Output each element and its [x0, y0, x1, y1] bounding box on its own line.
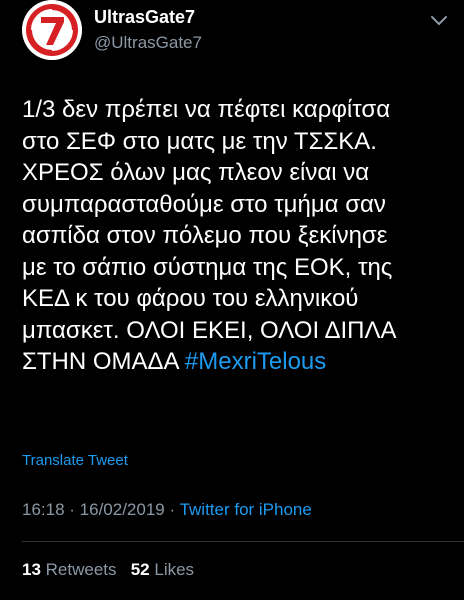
tweet-text-line: μπασκετ. ΟΛΟΙ ΕΚΕΙ, ΟΛΟΙ ΔΙΠΛΑ [22, 316, 397, 344]
likes-stat[interactable]: 52 Likes [131, 560, 194, 579]
tweet-text-fragment: ΣΤΗΝ ΟΜΑΔΑ [22, 348, 185, 375]
tweet-header: UltrasGate7 @UltrasGate7 [22, 0, 452, 66]
tweet-meta: 16:18 · 16/02/2019 · Twitter for iPhone [22, 500, 312, 520]
tweet-text-line: με το σάπιο σύστημα της ΕΟΚ, της [22, 253, 393, 281]
tweet-text-line: συμπαρασταθούμε στο τμήμα σαν [22, 190, 386, 218]
translate-tweet-link[interactable]: Translate Tweet [22, 452, 128, 469]
tweet-text-last-line: ΣΤΗΝ ΟΜΑΔΑ #MexriTelous [22, 346, 452, 378]
tweet-stats: 13 Retweets 52 Likes [22, 560, 194, 580]
likes-count: 52 [130, 560, 150, 579]
likes-label: Likes [154, 560, 195, 579]
tweet-date: 16/02/2019 [79, 500, 165, 519]
retweets-label: Retweets [45, 560, 117, 579]
retweets-stat[interactable]: 13 Retweets [22, 560, 117, 579]
tweet-text-line: ΧΡΕΟΣ όλων μας πλεον είναι να [22, 159, 370, 186]
tweet-text: 1/3 δεν πρέπει να πέφτει καρφίτσα στο ΣΕ… [22, 94, 452, 378]
meta-separator: · [64, 500, 80, 519]
author-handle[interactable]: @UltrasGate7 [94, 33, 202, 53]
tweet-text-line: στο ΣΕΦ στο ματς με την ΤΣΣΚΑ. [22, 127, 377, 155]
tweet-text-line: 1/3 δεν πρέπει να πέφτει καρφίτσα [22, 96, 391, 123]
avatar[interactable] [22, 0, 82, 60]
hashtag-link[interactable]: #MexriTelous [185, 348, 326, 375]
tweet-time: 16:18 [22, 500, 65, 519]
chevron-down-icon[interactable] [430, 14, 448, 28]
tweet-text-line: ασπίδα στον πόλεμο που ξεκίνησε [22, 222, 388, 249]
tweet-text-line: ΚΕΔ κ του φάρου του ελληνικού [22, 285, 359, 312]
tweet-source-link[interactable]: Twitter for iPhone [180, 500, 312, 519]
author-name[interactable]: UltrasGate7 [94, 7, 195, 28]
meta-separator: · [164, 500, 180, 519]
retweets-count: 13 [22, 560, 41, 579]
divider [22, 541, 464, 542]
gate7-logo-icon [22, 0, 82, 60]
